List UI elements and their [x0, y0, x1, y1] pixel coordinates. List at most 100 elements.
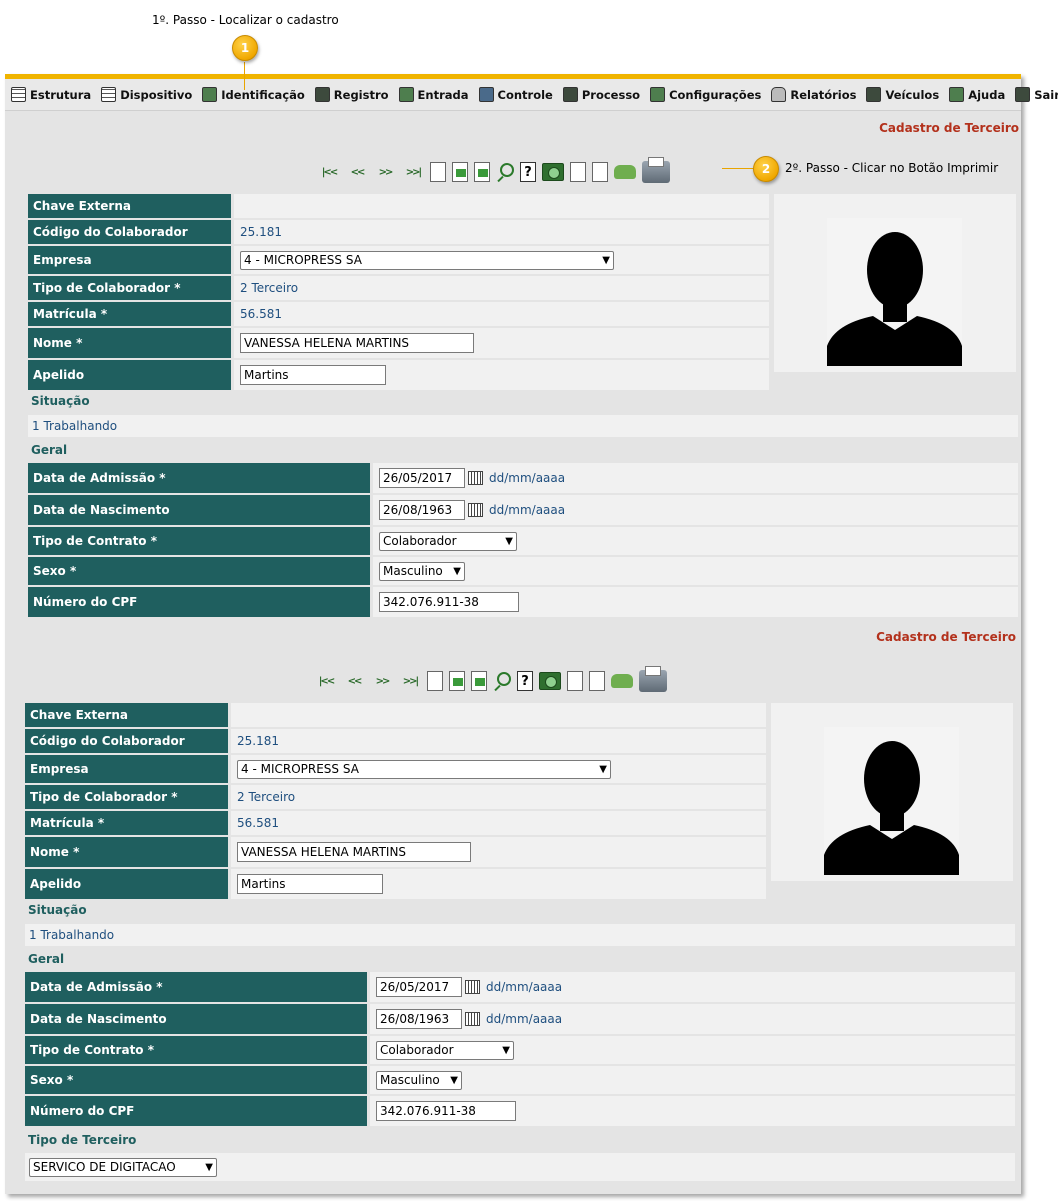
tools-icon [562, 87, 578, 102]
row-chave-externa: Chave Externa [28, 194, 769, 218]
row-cpf: Número do CPF 342.076.911-38 [28, 587, 1018, 617]
menu-configuracoes[interactable]: Configurações [650, 87, 761, 102]
menu-processo[interactable]: Processo [562, 87, 640, 102]
nascimento-input[interactable]: 26/08/1963 [376, 1009, 462, 1029]
vehicle-icon [866, 87, 882, 102]
menu-relatorios[interactable]: Relatórios [771, 87, 856, 102]
situacao-value: 1 Trabalhando [28, 415, 1018, 437]
next-icon[interactable]: >> [374, 165, 396, 179]
row-apelido-2: Apelido Martins [25, 869, 766, 899]
report-icon[interactable] [592, 162, 608, 182]
edit-doc-icon[interactable] [567, 671, 583, 691]
row-chave-externa-2: Chave Externa [25, 703, 766, 727]
search-icon[interactable] [496, 163, 514, 181]
save-icon[interactable] [449, 671, 465, 691]
calendar-icon[interactable] [468, 471, 483, 485]
camera-icon[interactable] [539, 672, 561, 690]
row-contrato-2: Tipo de Contrato * Colaborador ▼ [25, 1036, 1015, 1064]
first-icon[interactable]: |<< [318, 165, 340, 179]
avatar-silhouette-icon [824, 741, 959, 875]
photo-frame [774, 194, 1016, 372]
menu-dispositivo[interactable]: Dispositivo [101, 87, 192, 102]
printer-icon[interactable] [639, 666, 667, 692]
lock-icon [771, 87, 787, 102]
car-icon[interactable] [611, 674, 633, 688]
chevron-down-icon: ▼ [602, 254, 610, 266]
new-doc-icon[interactable] [430, 162, 446, 182]
geral-label-2: Geral [28, 952, 65, 966]
row-tipo-colaborador-2: Tipo de Colaborador * 2 Terceiro [25, 785, 766, 809]
next-icon[interactable]: >> [371, 674, 393, 688]
new-doc-icon[interactable] [427, 671, 443, 691]
empresa-select[interactable]: 4 - MICROPRESS SA ▼ [237, 759, 611, 779]
admissao-input[interactable]: 26/05/2017 [379, 468, 465, 488]
row-empresa: Empresa 4 - MICROPRESS SA ▼ [28, 246, 769, 274]
tipo-terceiro-label: Tipo de Terceiro [28, 1133, 137, 1147]
form-title: Cadastro de Terceiro [879, 121, 1019, 135]
menu-estrutura[interactable]: Estrutura [11, 87, 91, 102]
contrato-select[interactable]: Colaborador ▼ [376, 1040, 514, 1060]
apelido-input[interactable]: Martins [237, 874, 383, 894]
row-nome-2: Nome * VANESSA HELENA MARTINS [25, 837, 766, 867]
undo-icon[interactable] [474, 162, 490, 182]
camera-icon[interactable] [542, 163, 564, 181]
chevron-down-icon: ▼ [502, 1044, 510, 1056]
device-icon [101, 87, 117, 102]
last-icon[interactable]: >>| [402, 165, 424, 179]
edit-doc-icon[interactable] [570, 162, 586, 182]
situacao-value-2: 1 Trabalhando [25, 924, 1015, 946]
entry-icon [398, 87, 414, 102]
calendar-icon[interactable] [465, 1012, 480, 1026]
nascimento-input[interactable]: 26/08/1963 [379, 500, 465, 520]
apelido-input[interactable]: Martins [240, 365, 386, 385]
sexo-select[interactable]: Masculino ▼ [379, 561, 465, 581]
menu-identificacao[interactable]: Identificação [202, 87, 305, 102]
row-matricula-2: Matrícula * 56.581 [25, 811, 766, 835]
form-title-2: Cadastro de Terceiro [876, 630, 1016, 644]
menu-ajuda[interactable]: Ajuda [949, 87, 1005, 102]
undo-icon[interactable] [471, 671, 487, 691]
cpf-input[interactable]: 342.076.911-38 [379, 592, 519, 612]
printer-icon[interactable] [642, 157, 670, 183]
avatar[interactable] [824, 727, 959, 875]
tipo-terceiro-select[interactable]: SERVICO DE DIGITACAO ▼ [29, 1157, 217, 1177]
sexo-select[interactable]: Masculino ▼ [376, 1070, 462, 1090]
cpf-input[interactable]: 342.076.911-38 [376, 1101, 516, 1121]
help-icon[interactable]: ? [520, 162, 536, 182]
menu-entrada[interactable]: Entrada [398, 87, 469, 102]
calendar-icon[interactable] [465, 980, 480, 994]
menu-veiculos[interactable]: Veículos [866, 87, 939, 102]
avatar[interactable] [827, 218, 962, 366]
row-apelido: Apelido Martins [28, 360, 769, 390]
prev-icon[interactable]: << [343, 674, 365, 688]
step2-annotation: 2º. Passo - Clicar no Botão Imprimir [785, 161, 999, 175]
record-toolbar-2: |<< << >> >>| ? [315, 666, 667, 692]
app-window: Estrutura Dispositivo Identificação Regi… [5, 74, 1058, 1194]
menu-controle[interactable]: Controle [478, 87, 553, 102]
prev-icon[interactable]: << [346, 165, 368, 179]
step1-pointer [244, 62, 245, 90]
first-icon[interactable]: |<< [315, 674, 337, 688]
menu-sair[interactable]: Sair [1015, 87, 1058, 102]
contrato-select[interactable]: Colaborador ▼ [379, 531, 517, 551]
grid-icon [11, 87, 26, 102]
nome-input[interactable]: VANESSA HELENA MARTINS [237, 842, 471, 862]
empresa-select[interactable]: 4 - MICROPRESS SA ▼ [240, 250, 614, 270]
row-codigo-2: Código do Colaborador 25.181 [25, 729, 766, 753]
nome-input[interactable]: VANESSA HELENA MARTINS [240, 333, 474, 353]
report-icon[interactable] [589, 671, 605, 691]
admissao-input[interactable]: 26/05/2017 [376, 977, 462, 997]
search-icon[interactable] [493, 672, 511, 690]
row-nascimento-2: Data de Nascimento 26/08/1963 dd/mm/aaaa [25, 1004, 1015, 1034]
row-nome: Nome * VANESSA HELENA MARTINS [28, 328, 769, 358]
last-icon[interactable]: >>| [399, 674, 421, 688]
chevron-down-icon: ▼ [599, 763, 607, 775]
help-icon [949, 87, 965, 102]
car-icon[interactable] [614, 165, 636, 179]
help-icon[interactable]: ? [517, 671, 533, 691]
menu-registro[interactable]: Registro [314, 87, 389, 102]
register-icon [314, 87, 330, 102]
photo-frame-2 [771, 703, 1013, 881]
calendar-icon[interactable] [468, 503, 483, 517]
save-icon[interactable] [452, 162, 468, 182]
